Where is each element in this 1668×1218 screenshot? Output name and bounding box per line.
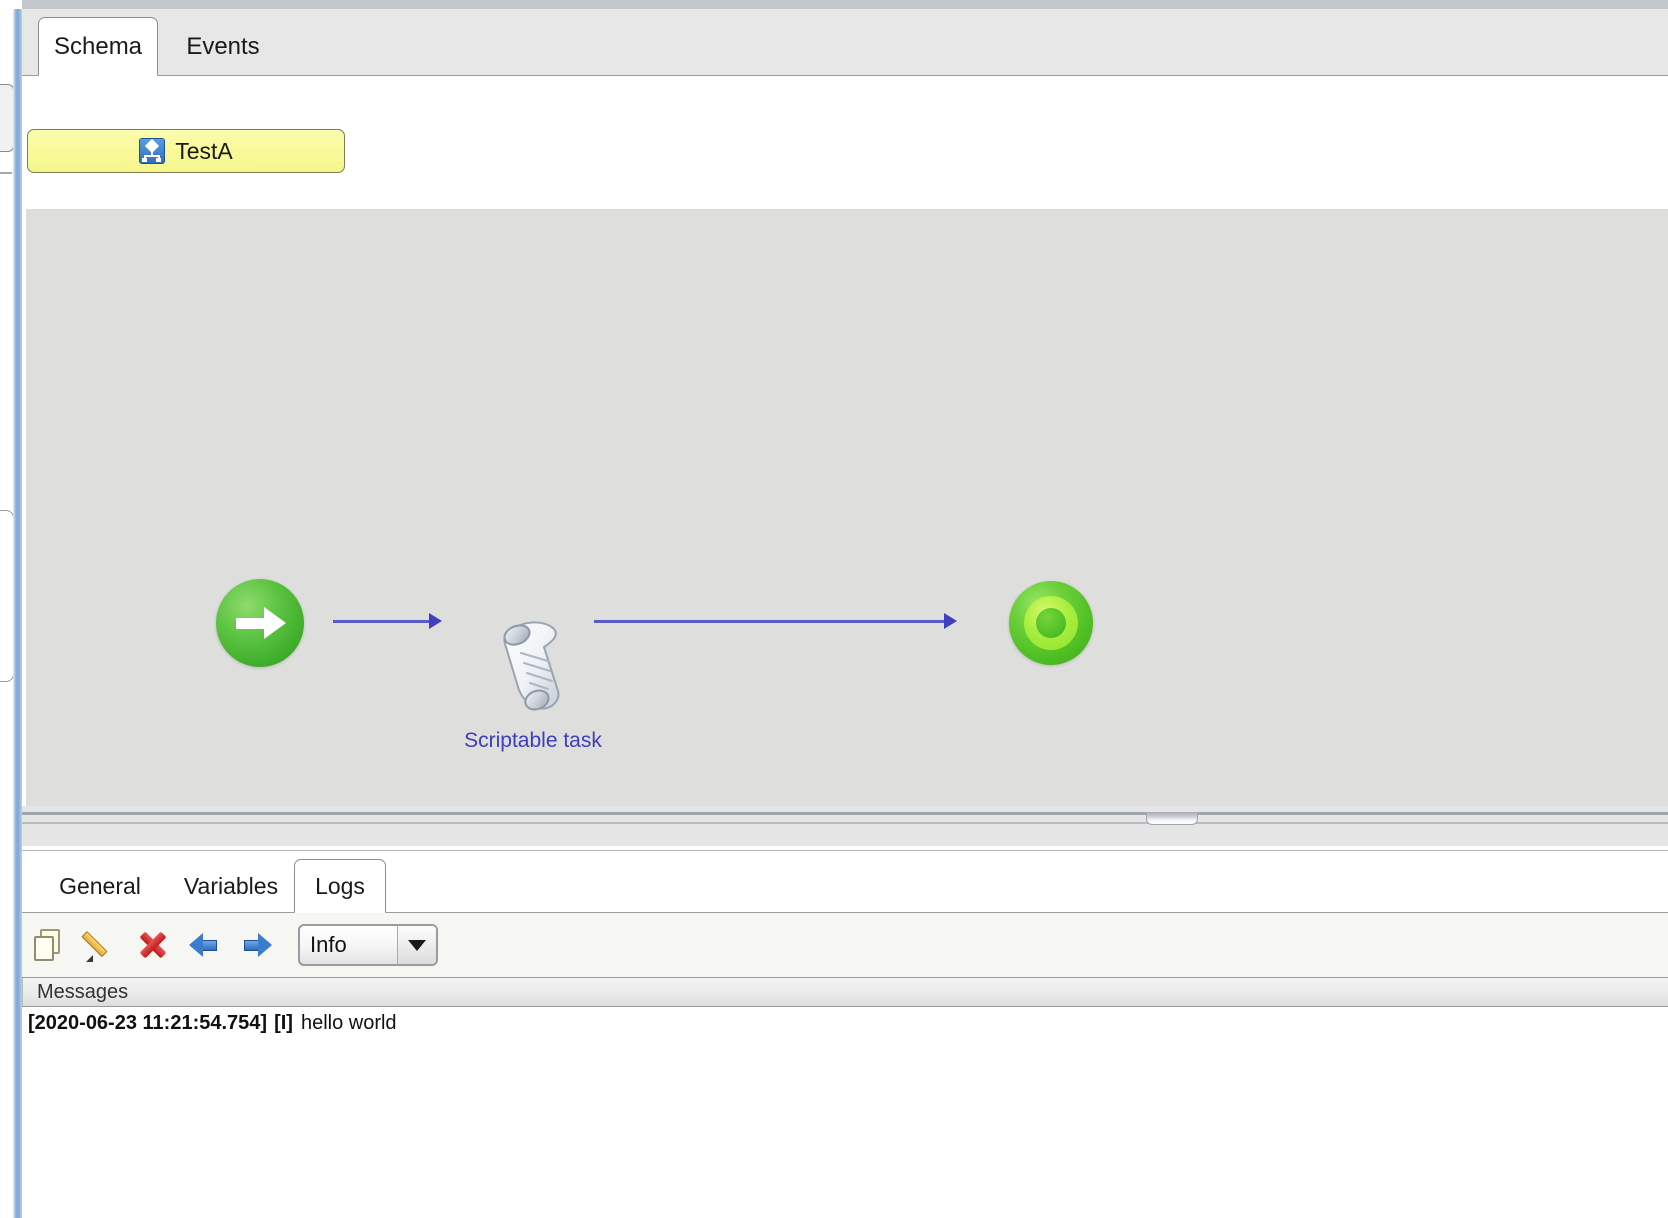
connector-start-to-task[interactable] bbox=[333, 620, 431, 623]
log-timestamp: [2020-06-23 11:21:54.754] bbox=[28, 1011, 268, 1034]
splitter-rule-bottom bbox=[22, 822, 1668, 824]
tab-events[interactable]: Events bbox=[168, 17, 278, 76]
tab-events-label: Events bbox=[186, 32, 260, 60]
process-button-label: TestA bbox=[175, 137, 233, 164]
arrow-right-icon[interactable] bbox=[240, 928, 274, 962]
tab-variables[interactable]: Variables bbox=[166, 859, 296, 913]
tab-schema-label: Schema bbox=[53, 32, 143, 60]
connector-arrowhead-2 bbox=[944, 613, 957, 629]
diagram-node-end[interactable] bbox=[1009, 581, 1093, 665]
log-level-select[interactable]: Info bbox=[298, 924, 438, 966]
diagram-node-start[interactable] bbox=[216, 579, 304, 667]
copy-icon[interactable] bbox=[32, 928, 66, 962]
diagram-canvas[interactable]: Scriptable task bbox=[26, 209, 1668, 812]
splitter-grip-handle[interactable] bbox=[1146, 812, 1198, 825]
schema-editor-panel: Schema Events TestA Scriptable task bbox=[22, 9, 1668, 839]
table-row[interactable]: [2020-06-23 11:21:54.754] [I] hello worl… bbox=[22, 1007, 1668, 1039]
diagram-node-label-scriptable-task: Scriptable task bbox=[464, 729, 602, 752]
log-table-body[interactable]: [2020-06-23 11:21:54.754] [I] hello worl… bbox=[22, 1007, 1668, 1218]
log-level-badge: [I] bbox=[274, 1011, 293, 1034]
log-message-text: hello world bbox=[300, 1011, 397, 1034]
script-scroll-icon bbox=[503, 621, 560, 711]
log-table-header: Messages bbox=[22, 977, 1668, 1007]
background-divider-fragment bbox=[0, 172, 12, 174]
background-tab-fragment bbox=[0, 84, 14, 152]
bottom-detail-panel: General Variables Logs Info Messages [20… bbox=[22, 850, 1668, 1218]
tab-logs-label: Logs bbox=[315, 872, 365, 899]
diagram-node-scriptable-task[interactable] bbox=[488, 617, 572, 713]
connector-task-to-end[interactable] bbox=[594, 620, 946, 623]
arrow-left-icon[interactable] bbox=[188, 928, 222, 962]
tab-general[interactable]: General bbox=[40, 859, 160, 913]
tab-logs[interactable]: Logs bbox=[294, 859, 386, 913]
logs-toolbar: Info bbox=[22, 913, 1668, 977]
bottom-tabbar: General Variables Logs bbox=[22, 851, 1668, 913]
tab-general-label: General bbox=[59, 872, 141, 899]
vertical-splitter[interactable] bbox=[13, 9, 22, 1218]
log-level-value: Info bbox=[310, 932, 347, 957]
green-arrow-circle-icon bbox=[216, 579, 304, 667]
tab-variables-label: Variables bbox=[183, 872, 279, 899]
left-gutter bbox=[0, 0, 22, 1218]
schema-icon bbox=[139, 138, 166, 164]
connector-arrowhead-1 bbox=[429, 613, 442, 629]
splitter-rule-top bbox=[22, 812, 1668, 815]
chevron-down-icon[interactable] bbox=[397, 926, 436, 964]
tab-schema[interactable]: Schema bbox=[38, 17, 158, 76]
column-header-messages: Messages bbox=[22, 978, 128, 1006]
editor-tabbar: Schema Events bbox=[22, 9, 1668, 76]
process-toolbar-area: TestA bbox=[22, 76, 1668, 209]
delete-x-icon[interactable] bbox=[136, 928, 170, 962]
background-panel-fragment bbox=[0, 510, 14, 682]
application-window: Schema Events TestA Scriptable task Gene… bbox=[0, 0, 1668, 1218]
pencil-icon[interactable] bbox=[81, 928, 118, 962]
green-target-circle-icon bbox=[1009, 581, 1093, 665]
window-top-strip bbox=[0, 0, 1668, 9]
process-button-testa[interactable]: TestA bbox=[27, 129, 345, 173]
